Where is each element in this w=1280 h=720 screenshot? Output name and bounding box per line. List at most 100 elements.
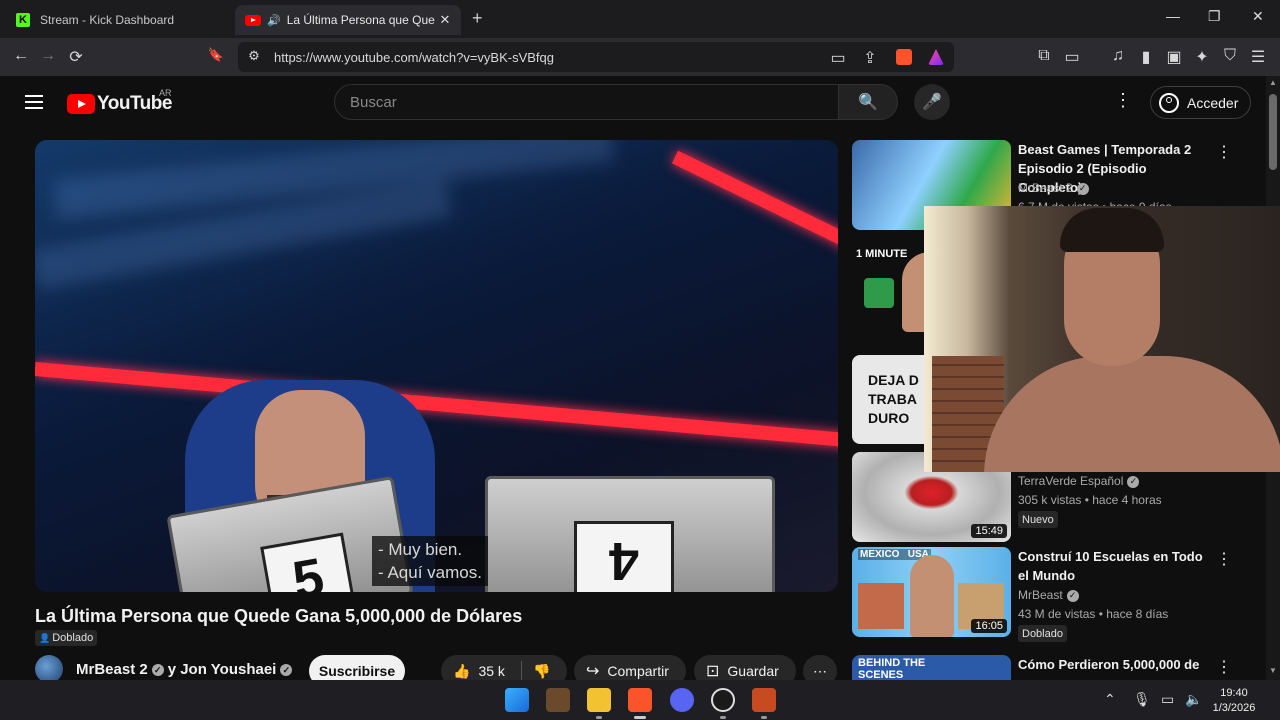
region-code: AR [159,88,172,98]
save-label: Guardar [727,663,779,679]
hamburger-menu-icon[interactable] [25,95,43,113]
sidebar-icon[interactable]: ▮ [1136,47,1156,67]
reader-icon[interactable]: ▭ [1062,47,1082,67]
cast-icon[interactable]: ▭ [828,48,848,68]
site-info-icon[interactable]: ⚙ [244,48,264,64]
new-tab-button[interactable]: + [472,8,483,29]
menu-icon[interactable]: ☰ [1248,47,1268,67]
wallet-icon[interactable]: ▣ [1164,47,1184,67]
rec-channel-text[interactable]: MrBeast [1018,588,1063,602]
channel-name[interactable]: MrBeast 2 ✓ y Jon Youshaei ✓ [76,661,296,678]
game-icon[interactable] [752,688,776,712]
rec-duration: 15:49 [971,524,1007,538]
brave-shields-icon[interactable] [896,49,912,65]
share-icon[interactable]: ⇪ [860,48,880,68]
search-icon: 🔍 [858,94,878,111]
rec-channel-text[interactable]: MrBeast 2 [1018,181,1073,195]
discord-icon[interactable] [670,688,694,712]
thumb-building [858,583,904,629]
tray-network-icon[interactable]: ▭ [1161,691,1174,708]
sign-in-button[interactable]: Acceder [1150,86,1251,119]
webcam-overlay [924,206,1280,472]
rec-channel[interactable]: TerraVerde Español ✓ [1018,474,1143,488]
media-icon[interactable]: ♫ [1108,47,1128,65]
clock[interactable]: 19:40 1/3/2026 [1204,686,1264,716]
extensions-icon[interactable]: ⧉ [1034,47,1054,65]
case-number-card: 5 [260,532,357,592]
search-input[interactable]: Buscar [334,84,839,120]
scroll-thumb[interactable] [1269,94,1277,170]
kick-icon: K [16,13,30,27]
scroll-up-icon[interactable]: ▲ [1269,78,1277,87]
reload-icon[interactable]: ⟳ [66,47,86,67]
streamer-body [984,356,1280,472]
forward-icon[interactable]: → [38,47,58,65]
rec-thumbnail[interactable]: BEHIND THE SCENES [852,655,1011,680]
back-icon[interactable]: ← [11,47,31,65]
channel-avatar[interactable] [35,655,63,683]
tray-volume-icon[interactable]: 🔈 [1185,691,1202,708]
rec-thumbnail[interactable]: MEXICO USA 16:05 [852,547,1011,637]
rec-channel[interactable]: MrBeast ✓ [1018,588,1083,602]
recommendation-item[interactable]: MEXICO USA 16:05 Construí 10 Escuelas en… [852,547,1252,642]
caption-line: - Aquí vamos. [378,563,482,582]
tray-mic-icon[interactable]: 🎙 [1133,691,1151,708]
rec-more-icon[interactable]: ⋮ [1216,549,1232,569]
rec-title[interactable]: Cómo Perdieron 5,000,000 de [1018,655,1214,674]
speaker-icon[interactable]: 🔊 [267,14,281,27]
search-button[interactable]: 🔍 [838,84,898,120]
settings-more-icon[interactable]: ⋮ [1114,90,1132,111]
minecraft-icon[interactable] [546,688,570,712]
tab-close-icon[interactable]: ✕ [435,12,455,28]
active-indicator [634,716,646,719]
vpn-icon[interactable]: ⛉ [1220,47,1240,65]
mic-icon: 🎤 [922,94,942,111]
rec-duration: 16:05 [971,619,1007,633]
collab-text[interactable]: y Jon Youshaei [168,661,277,678]
leo-ai-icon[interactable]: ✦ [1192,47,1212,67]
save-icon: ⊡ [706,663,720,680]
dub-icon: 👤 [39,632,51,643]
obs-icon[interactable] [711,688,735,712]
brave-rewards-icon[interactable] [928,49,944,65]
rec-more-icon[interactable]: ⋮ [1216,142,1232,162]
scroll-down-icon[interactable]: ▼ [1269,666,1277,675]
share-icon: ↪ [586,663,600,680]
voice-search-button[interactable]: 🎤 [914,84,950,120]
user-icon [1159,92,1179,113]
close-window-button[interactable]: ✕ [1252,8,1264,25]
rec-more-icon[interactable]: ⋮ [1216,657,1232,677]
caption-line: - Muy bien. [378,540,463,559]
tab-kick-dashboard[interactable]: K Stream - Kick Dashboard [8,5,230,35]
tab-youtube[interactable]: 🔊 La Última Persona que Quede Gana 5,000… [235,5,461,35]
minimize-button[interactable]: — [1166,8,1180,24]
thumb-face [910,555,954,637]
recommendation-item[interactable]: BEHIND THE SCENES Cómo Perdieron 5,000,0… [852,655,1252,680]
address-bar[interactable]: ⚙ https://www.youtube.com/watch?v=vyBK-s… [238,42,954,72]
tray-chevron-icon[interactable]: ⌃ [1104,691,1116,708]
youtube-favicon-icon [245,14,261,26]
file-explorer-icon[interactable] [587,688,611,712]
running-indicator [596,716,602,719]
browser-toolbar: ← → ⟳ 🔖 ⚙ https://www.youtube.com/watch?… [0,38,1280,76]
video-player[interactable]: 5 4 - Muy bien. - Aquí vamos. [35,140,838,592]
maximize-button[interactable]: ❐ [1208,8,1221,25]
share-label: Compartir [607,663,669,679]
rec-channel[interactable]: MrBeast 2 ✓ [1018,181,1093,195]
running-indicator [761,716,767,719]
brave-browser-icon[interactable] [628,688,652,712]
windows-start-icon[interactable] [505,688,529,712]
verified-icon: ✓ [1066,589,1079,602]
rec-title[interactable]: Construí 10 Escuelas en Todo el Mundo [1018,547,1214,585]
rec-channel-text[interactable]: TerraVerde Español [1018,474,1123,488]
channel-name-text[interactable]: MrBeast 2 [76,661,148,678]
dub-label: Doblado [52,632,94,644]
verified-icon: ✓ [1076,182,1089,195]
bookmark-icon[interactable]: 🔖 [206,47,226,63]
like-count: 35 k [478,663,505,679]
url-text[interactable]: https://www.youtube.com/watch?v=vyBK-sVB… [274,50,554,65]
verified-icon: ✓ [151,664,164,677]
browser-tab-strip: K Stream - Kick Dashboard 🔊 La Última Pe… [0,0,1280,38]
youtube-logo[interactable]: YouTube [67,93,172,115]
dislike-icon[interactable]: 👎 [533,663,550,680]
